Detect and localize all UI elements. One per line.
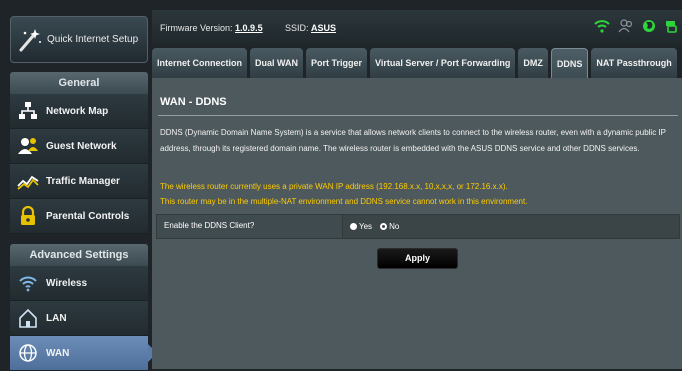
sidebar-item-label: LAN	[46, 312, 67, 324]
globe-icon[interactable]	[642, 19, 656, 35]
parental-controls-icon	[10, 206, 46, 226]
tab-virtual-server[interactable]: Virtual Server / Port Forwarding	[370, 48, 516, 78]
ddns-no-option[interactable]: No	[380, 222, 399, 231]
tab-nat-passthrough[interactable]: NAT Passthrough	[591, 48, 677, 78]
status-icons	[594, 19, 678, 35]
warning-line-2: This router may be in the multiple-NAT e…	[160, 197, 528, 206]
sidebar-item-guest-network[interactable]: Guest Network	[10, 129, 148, 164]
ddns-enable-row: Enable the DDNS Client? Yes No	[156, 214, 680, 239]
sidebar-item-label: WAN	[46, 347, 70, 359]
ddns-enable-label: Enable the DDNS Client?	[157, 215, 343, 238]
quick-internet-setup-button[interactable]: Quick Internet Setup	[10, 16, 148, 63]
tab-internet-connection[interactable]: Internet Connection	[152, 48, 247, 78]
general-heading: General	[10, 72, 148, 94]
ddns-enable-options: Yes No	[343, 215, 403, 238]
tab-dual-wan[interactable]: Dual WAN	[250, 48, 304, 78]
sidebar-advanced: Advanced Settings Wireless LAN WAN	[10, 244, 157, 371]
page-title: WAN - DDNS	[160, 96, 227, 108]
sidebar-item-parental-controls[interactable]: Parental Controls	[10, 199, 148, 234]
traffic-manager-icon	[10, 172, 46, 190]
private-ip-warning: The wireless router currently uses a pri…	[160, 179, 676, 209]
no-label: No	[389, 222, 400, 231]
sidebar-item-network-map[interactable]: Network Map	[10, 94, 148, 129]
sidebar-item-label: Guest Network	[46, 140, 117, 152]
tab-port-trigger[interactable]: Port Trigger	[306, 48, 368, 78]
firmware-label: Firmware Version:	[160, 23, 233, 33]
sidebar-item-wan[interactable]: WAN	[10, 336, 157, 371]
network-map-icon	[10, 101, 46, 121]
sidebar-item-wireless[interactable]: Wireless	[10, 266, 148, 301]
magic-wand-icon	[11, 27, 47, 53]
wireless-icon	[10, 274, 46, 292]
ddns-description: DDNS (Dynamic Domain Name System) is a s…	[160, 128, 666, 153]
sidebar-item-label: Traffic Manager	[46, 175, 120, 187]
yes-label: Yes	[359, 222, 373, 231]
yes-radio[interactable]	[350, 223, 357, 230]
firmware-info: Firmware Version: 1.0.9.5	[160, 23, 263, 33]
no-radio[interactable]	[380, 223, 388, 230]
apply-button[interactable]: Apply	[377, 248, 458, 269]
sidebar-item-traffic-manager[interactable]: Traffic Manager	[10, 164, 148, 199]
ddns-content-panel: WAN - DDNS DDNS (Dynamic Domain Name Sys…	[152, 78, 682, 369]
ssid-link[interactable]: ASUS	[311, 23, 336, 33]
wan-icon	[10, 343, 46, 363]
quick-internet-setup-label: Quick Internet Setup	[47, 34, 139, 45]
firmware-version-link[interactable]: 1.0.9.5	[235, 23, 263, 33]
usb-icon[interactable]	[664, 19, 678, 35]
advanced-settings-heading: Advanced Settings	[10, 244, 148, 266]
sidebar-general: General Network Map Guest Network Traffi…	[10, 72, 148, 234]
sidebar-item-label: Wireless	[46, 277, 88, 289]
top-status-bar: Firmware Version: 1.0.9.5 SSID: ASUS	[152, 10, 682, 46]
lan-icon	[10, 308, 46, 328]
tab-ddns[interactable]: DDNS	[550, 48, 589, 78]
ssid-label: SSID:	[285, 23, 309, 33]
title-divider	[158, 115, 678, 116]
warning-line-1: The wireless router currently uses a pri…	[160, 182, 508, 191]
wifi-icon[interactable]	[594, 19, 610, 35]
ddns-yes-option[interactable]: Yes	[350, 222, 372, 231]
wan-tabs: Internet Connection Dual WAN Port Trigge…	[152, 48, 677, 78]
ssid-info: SSID: ASUS	[285, 23, 336, 33]
tab-dmz[interactable]: DMZ	[518, 48, 548, 78]
sidebar-item-lan[interactable]: LAN	[10, 301, 148, 336]
sidebar-item-label: Network Map	[46, 105, 109, 117]
guest-network-icon	[10, 136, 46, 156]
sidebar-item-label: Parental Controls	[46, 210, 130, 222]
users-icon[interactable]	[618, 19, 634, 35]
